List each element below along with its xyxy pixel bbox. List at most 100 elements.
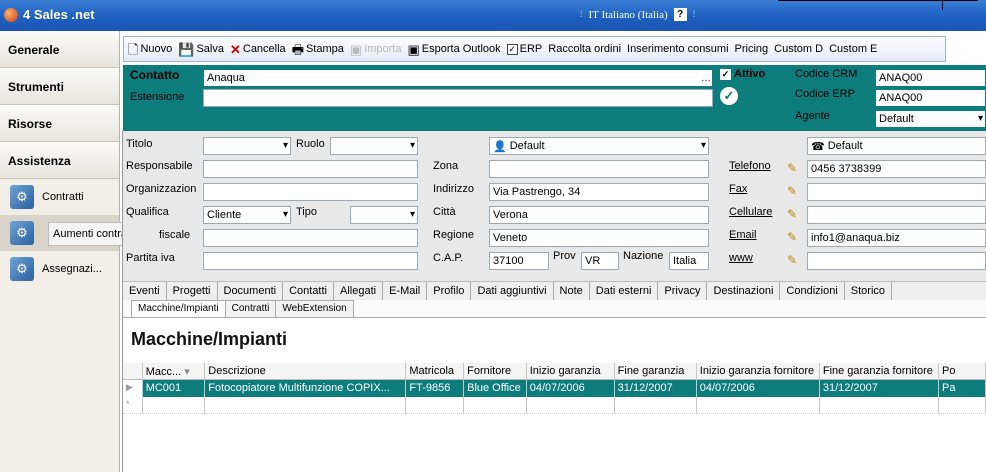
nav-item-assegnazioni[interactable]: ⚙ Assegnazi...: [0, 251, 119, 287]
column-header[interactable]: Matricola: [406, 363, 465, 380]
import-button[interactable]: ▣ Importa: [350, 43, 402, 56]
pencil-icon[interactable]: ✎: [787, 230, 797, 244]
codice-fiscale-input[interactable]: [203, 229, 418, 247]
print-button[interactable]: 🖶 Stampa: [292, 43, 344, 56]
table-cell[interactable]: [406, 397, 465, 414]
tab-storico[interactable]: Storico: [845, 282, 893, 301]
responsabile-input[interactable]: [203, 160, 418, 178]
indirizzo-input[interactable]: Via Pastrengo, 34: [489, 183, 709, 201]
tab-contatti[interactable]: Contatti: [283, 282, 334, 301]
nav-section-strumenti[interactable]: Strumenti: [0, 68, 119, 105]
cellulare-link[interactable]: Cellulare: [729, 206, 772, 218]
nazione-input[interactable]: Italia: [669, 252, 709, 270]
ellipsis-icon[interactable]: …: [701, 73, 711, 84]
column-header[interactable]: Fornitore: [464, 363, 527, 380]
prov-input[interactable]: VR: [581, 252, 619, 270]
subtab-contratti[interactable]: Contratti: [224, 300, 277, 317]
attivo-checkbox[interactable]: ✓ Attivo: [720, 68, 765, 80]
new-button[interactable]: 🗋 Nuovo: [128, 43, 172, 56]
custom-e-button[interactable]: Custom E: [829, 43, 877, 55]
agente-select[interactable]: Default: [875, 110, 986, 128]
pricing-button[interactable]: Pricing: [735, 43, 769, 55]
table-cell[interactable]: FT-9856: [406, 380, 465, 397]
table-cell[interactable]: 31/12/2007: [819, 380, 940, 397]
nav-section-generale[interactable]: Generale: [0, 31, 119, 68]
tab-dati-aggiuntivi[interactable]: Dati aggiuntivi: [471, 282, 554, 301]
email-input[interactable]: info1@anaqua.biz: [807, 229, 986, 247]
codice-crm-input[interactable]: ANAQ00: [875, 69, 986, 87]
table-cell[interactable]: [205, 397, 407, 414]
owner-select[interactable]: ☎ Default: [807, 137, 986, 155]
nav-item-contratti[interactable]: ⚙ Contratti: [0, 179, 119, 215]
fax-link[interactable]: Fax: [729, 183, 747, 195]
column-header[interactable]: Inizio garanzia fornitore: [696, 363, 820, 380]
qualifica-select[interactable]: Cliente: [203, 206, 291, 224]
table-cell[interactable]: [614, 397, 697, 414]
tab-documenti[interactable]: Documenti: [218, 282, 284, 301]
telefono-input[interactable]: 0456 3738399: [807, 160, 986, 178]
pencil-icon[interactable]: ✎: [787, 184, 797, 198]
telefono-link[interactable]: Telefono: [729, 160, 771, 172]
column-header[interactable]: Macc... ▾: [142, 363, 206, 380]
column-header[interactable]: Inizio garanzia: [526, 363, 615, 380]
codice-erp-input[interactable]: ANAQ00: [875, 89, 986, 107]
tab-progetti[interactable]: Progetti: [167, 282, 218, 301]
tab-eventi[interactable]: Eventi: [123, 282, 167, 301]
table-cell[interactable]: [939, 397, 986, 414]
tab-destinazioni[interactable]: Destinazioni: [707, 282, 781, 301]
table-cell[interactable]: [696, 397, 820, 414]
raccolta-ordini-button[interactable]: Raccolta ordini: [548, 43, 621, 55]
erp-toggle[interactable]: ✓ ERP: [506, 43, 542, 55]
contatto-input[interactable]: Anaqua …: [203, 69, 713, 87]
pencil-icon[interactable]: ✎: [787, 161, 797, 175]
column-header[interactable]: Po: [939, 363, 986, 380]
pencil-icon[interactable]: ✎: [787, 253, 797, 267]
tab-profilo[interactable]: Profilo: [427, 282, 472, 301]
user-select[interactable]: 👤 Default: [489, 137, 709, 155]
fax-input[interactable]: [807, 183, 986, 201]
www-link[interactable]: www: [729, 252, 753, 264]
column-header[interactable]: Fine garanzia fornitore: [819, 363, 940, 380]
tab-note[interactable]: Note: [554, 282, 590, 301]
titolo-select[interactable]: [203, 137, 291, 155]
column-header[interactable]: Fine garanzia: [614, 363, 697, 380]
ruolo-select[interactable]: [330, 137, 418, 155]
column-header[interactable]: Descrizione: [205, 363, 407, 380]
help-icon[interactable]: ?: [673, 8, 687, 21]
tab-dati-esterni[interactable]: Dati esterni: [590, 282, 659, 301]
regione-input[interactable]: Veneto: [489, 229, 709, 247]
table-cell[interactable]: Blue Office: [464, 380, 527, 397]
custom-d-button[interactable]: Custom D: [774, 43, 823, 55]
estensione-input[interactable]: [203, 89, 713, 107]
export-outlook-button[interactable]: ▣ Esporta Outlook: [407, 43, 500, 56]
tab-email[interactable]: E-Mail: [383, 282, 428, 301]
partita-iva-input[interactable]: [203, 252, 418, 270]
table-cell[interactable]: 04/07/2006: [696, 380, 820, 397]
save-button[interactable]: 💾 Salva: [178, 43, 224, 56]
organizzazione-input[interactable]: [203, 183, 418, 201]
table-cell[interactable]: 31/12/2007: [614, 380, 697, 397]
table-cell[interactable]: Pa: [939, 380, 986, 397]
pencil-icon[interactable]: ✎: [787, 207, 797, 221]
table-cell[interactable]: [142, 397, 206, 414]
table-cell[interactable]: MC001: [142, 380, 206, 397]
subtab-macchine-impianti[interactable]: Macchine/Impianti: [131, 300, 226, 317]
citta-input[interactable]: Verona: [489, 206, 709, 224]
subtab-webextension[interactable]: WebExtension: [275, 300, 354, 317]
table-cell[interactable]: 04/07/2006: [526, 380, 615, 397]
zona-input[interactable]: [489, 160, 709, 178]
cap-input[interactable]: 37100: [489, 252, 549, 270]
tab-condizioni[interactable]: Condizioni: [780, 282, 845, 301]
tab-allegati[interactable]: Allegati: [334, 282, 384, 301]
cellulare-input[interactable]: [807, 206, 986, 224]
table-cell[interactable]: Fotocopiatore Multifunzione COPIX...: [205, 380, 407, 397]
tipo-select[interactable]: [350, 206, 418, 224]
table-cell[interactable]: [526, 397, 615, 414]
inserimento-consumi-button[interactable]: Inserimento consumi: [627, 43, 729, 55]
email-link[interactable]: Email: [729, 229, 757, 241]
www-input[interactable]: [807, 252, 986, 270]
table-cell[interactable]: [464, 397, 527, 414]
nav-section-risorse[interactable]: Risorse: [0, 105, 119, 142]
table-cell[interactable]: [819, 397, 940, 414]
table-row[interactable]: ▶ MC001 Fotocopiatore Multifunzione COPI…: [123, 380, 986, 397]
